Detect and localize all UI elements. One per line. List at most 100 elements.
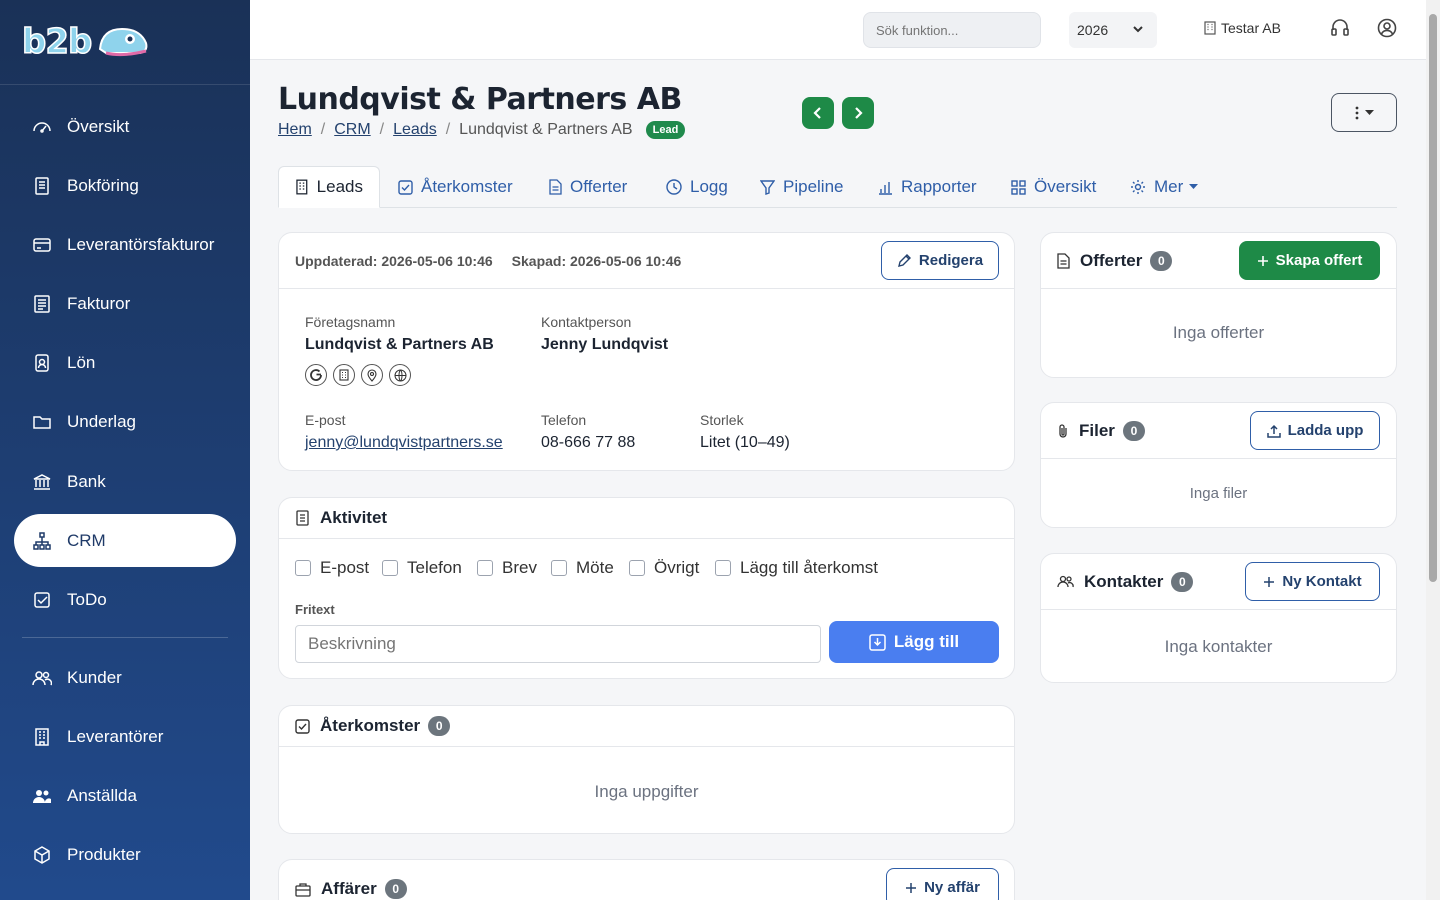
headset-icon[interactable] xyxy=(1331,18,1349,38)
aterkomster-title: Återkomster xyxy=(320,716,421,735)
filer-title: Filer xyxy=(1079,420,1115,440)
updated-timestamp: Uppdaterad: 2026-05-06 10:46 xyxy=(295,252,493,269)
logo-text: b2b xyxy=(21,21,93,63)
search-input[interactable] xyxy=(863,12,1041,48)
document-icon xyxy=(549,179,562,195)
tab-label: Pipeline xyxy=(783,177,844,196)
sidebar-item-produkter[interactable]: Produkter xyxy=(14,828,236,881)
bank-icon xyxy=(32,472,52,492)
sidebar-item-leverantorsfakturor[interactable]: Leverantörsfakturor xyxy=(14,218,236,271)
add-activity-button[interactable]: Lägg till xyxy=(829,621,999,663)
checkbox-ovrigt[interactable]: Övrigt xyxy=(629,558,699,578)
prev-record-button[interactable] xyxy=(802,97,834,129)
create-quote-button[interactable]: Skapa offert xyxy=(1239,241,1380,280)
checkbox-box[interactable] xyxy=(629,560,645,576)
chameleon-logo-icon xyxy=(98,27,148,57)
more-actions-button[interactable] xyxy=(1331,93,1397,132)
create-quote-label: Skapa offert xyxy=(1275,252,1363,269)
tab-mer[interactable]: Mer xyxy=(1130,166,1199,208)
tab-label: Rapporter xyxy=(901,177,977,196)
checkbox-label: Telefon xyxy=(407,558,462,577)
caret-down-icon xyxy=(1364,109,1374,115)
breadcrumb-current: Lundqvist & Partners AB xyxy=(459,121,633,138)
tab-rapporter[interactable]: Rapporter xyxy=(878,166,977,208)
count-badge: 0 xyxy=(1171,571,1194,592)
plus-icon xyxy=(1264,576,1275,587)
sidebar-item-bank[interactable]: Bank xyxy=(14,455,236,508)
email-label: E-post xyxy=(305,412,346,428)
checkbox-label: Möte xyxy=(576,558,614,577)
empty-state: Inga offerter xyxy=(1172,323,1265,342)
email-link[interactable]: jenny@lundqvistpartners.se xyxy=(305,434,503,452)
plus-icon xyxy=(906,882,917,893)
checkbox-mote[interactable]: Möte xyxy=(551,558,614,578)
breadcrumb-link-hem[interactable]: Hem xyxy=(278,121,312,139)
checkbox-telefon[interactable]: Telefon xyxy=(382,558,462,578)
checkbox-box[interactable] xyxy=(382,560,398,576)
sidebar-item-anstallda[interactable]: Anställda xyxy=(14,769,236,822)
company-switcher[interactable]: Testar AB xyxy=(1204,20,1281,36)
folder-icon xyxy=(32,412,52,432)
lead-info-card: Uppdaterad: 2026-05-06 10:46 Skapad: 202… xyxy=(278,232,1015,471)
map-pin-icon[interactable] xyxy=(361,364,383,386)
building-icon xyxy=(1204,21,1216,35)
breadcrumb-link-leads[interactable]: Leads xyxy=(393,121,437,139)
checkbox-label: Brev xyxy=(502,558,537,577)
sidebar-item-kunder[interactable]: Kunder xyxy=(14,651,236,704)
sidebar-item-todo[interactable]: ToDo xyxy=(14,573,236,626)
tab-logg[interactable]: Logg xyxy=(666,166,728,208)
breadcrumb-link-crm[interactable]: CRM xyxy=(334,121,370,139)
chevron-down-icon xyxy=(1133,26,1143,33)
sidebar-item-fakturor[interactable]: Fakturor xyxy=(14,277,236,330)
google-icon[interactable] xyxy=(305,364,327,386)
scrollbar-thumb[interactable] xyxy=(1429,14,1437,582)
building-icon[interactable] xyxy=(333,364,355,386)
checkbox-lagg-till-aterkomst[interactable]: Lägg till återkomst xyxy=(715,558,878,578)
activity-card: Aktivitet E-post Telefon Brev Möte Övrig… xyxy=(278,497,1015,679)
plus-icon xyxy=(1257,255,1268,266)
page-scrollbar[interactable] xyxy=(1426,0,1440,900)
checkbox-icon xyxy=(398,179,413,195)
sidebar-item-leverantorer[interactable]: Leverantörer xyxy=(14,710,236,763)
user-account-icon[interactable] xyxy=(1377,18,1397,38)
gear-icon xyxy=(1131,180,1145,194)
new-contact-button[interactable]: Ny Kontakt xyxy=(1245,562,1380,601)
tab-leads[interactable]: Leads xyxy=(278,166,380,208)
phone-value: 08-666 77 88 xyxy=(541,434,636,451)
edit-button[interactable]: Redigera xyxy=(881,241,999,280)
edit-button-label: Redigera xyxy=(918,252,984,269)
upload-button[interactable]: Ladda upp xyxy=(1250,411,1380,450)
kebab-icon xyxy=(1355,106,1358,119)
chevron-right-icon xyxy=(855,107,863,119)
credit-card-icon xyxy=(32,235,52,255)
checkbox-epost[interactable]: E-post xyxy=(295,558,369,578)
tab-aterkomster[interactable]: Återkomster xyxy=(398,166,513,208)
sidebar-item-crm[interactable]: CRM xyxy=(14,514,236,567)
globe-icon[interactable] xyxy=(389,364,411,386)
document-icon xyxy=(1057,252,1070,269)
sidebar-item-lon[interactable]: Lön xyxy=(14,336,236,389)
checkbox-box[interactable] xyxy=(715,560,731,576)
sidebar-item-underlag[interactable]: Underlag xyxy=(14,395,236,448)
sidebar-item-label: ToDo xyxy=(67,589,107,609)
sidebar-item-oversikt[interactable]: Översikt xyxy=(14,100,236,153)
next-record-button[interactable] xyxy=(842,97,874,129)
logo[interactable]: b2b xyxy=(0,0,250,85)
activity-header: Aktivitet xyxy=(279,498,1014,539)
grid-icon xyxy=(1011,179,1026,195)
checkbox-brev[interactable]: Brev xyxy=(477,558,537,578)
description-input[interactable] xyxy=(295,625,821,663)
tab-pipeline[interactable]: Pipeline xyxy=(760,166,844,208)
year-select[interactable]: 2026 xyxy=(1069,12,1157,48)
tab-offerter[interactable]: Offerter xyxy=(549,166,627,208)
tab-oversikt[interactable]: Översikt xyxy=(1011,166,1096,208)
year-value: 2026 xyxy=(1077,22,1109,38)
people-fill-icon xyxy=(32,786,52,806)
checkbox-box[interactable] xyxy=(551,560,567,576)
checkbox-box[interactable] xyxy=(477,560,493,576)
checkbox-box[interactable] xyxy=(295,560,311,576)
sidebar-item-bokforing[interactable]: Bokföring xyxy=(14,159,236,212)
new-deal-button[interactable]: Ny affär xyxy=(886,868,999,900)
dashboard-icon xyxy=(32,117,52,137)
tab-label: Offerter xyxy=(570,177,628,196)
